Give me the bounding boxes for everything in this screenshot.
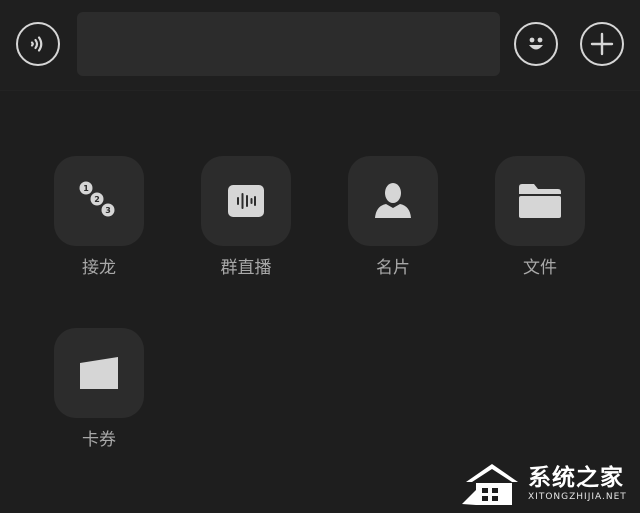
smiley-face-icon [529,37,543,50]
chat-input-screen: 1 2 3 接龙 群直播 名片 文件 卡券 系统之家 XITONGZHIJIA.… [0,0,640,513]
tile-business-card[interactable]: 名片 [343,156,443,278]
site-watermark: 系统之家 XITONGZHIJIA.NET [462,458,627,510]
tile-jielong[interactable]: 1 2 3 接龙 [49,156,149,278]
tile-card-voucher[interactable]: 卡券 [49,328,149,450]
chat-input-bar [0,0,640,91]
svg-text:3: 3 [105,206,111,215]
watermark-subtitle: XITONGZHIJIA.NET [528,492,627,502]
watermark-title: 系统之家 [528,465,624,491]
tile-label: 群直播 [220,258,272,278]
house-logo-icon [462,464,518,505]
card-voucher-icon [80,357,118,389]
voice-input-button[interactable] [16,22,60,66]
message-input[interactable] [77,12,500,76]
emoji-button[interactable] [514,22,558,66]
tile-label: 接龙 [82,258,116,278]
more-functions-button[interactable] [580,22,624,66]
tile-icon-box [495,156,585,246]
person-card-icon [375,183,411,218]
tile-file[interactable]: 文件 [490,156,590,278]
tile-group-live[interactable]: 群直播 [196,156,296,278]
live-audio-wave-icon [228,185,264,217]
tile-label: 卡券 [82,430,116,450]
plus-icon [590,32,614,56]
watermark-text: 系统之家 XITONGZHIJIA.NET [528,465,627,503]
tile-icon-box: 1 2 3 [54,156,144,246]
tile-label: 文件 [523,258,557,278]
numbered-sequence-icon: 1 2 3 [79,181,115,217]
tile-icon-box [348,156,438,246]
svg-text:2: 2 [94,195,100,204]
tile-label: 名片 [376,258,410,278]
tile-icon-box [201,156,291,246]
folder-icon [519,184,561,218]
voice-wave-icon [30,36,43,52]
svg-text:1: 1 [83,184,89,193]
tile-icon-box [54,328,144,418]
